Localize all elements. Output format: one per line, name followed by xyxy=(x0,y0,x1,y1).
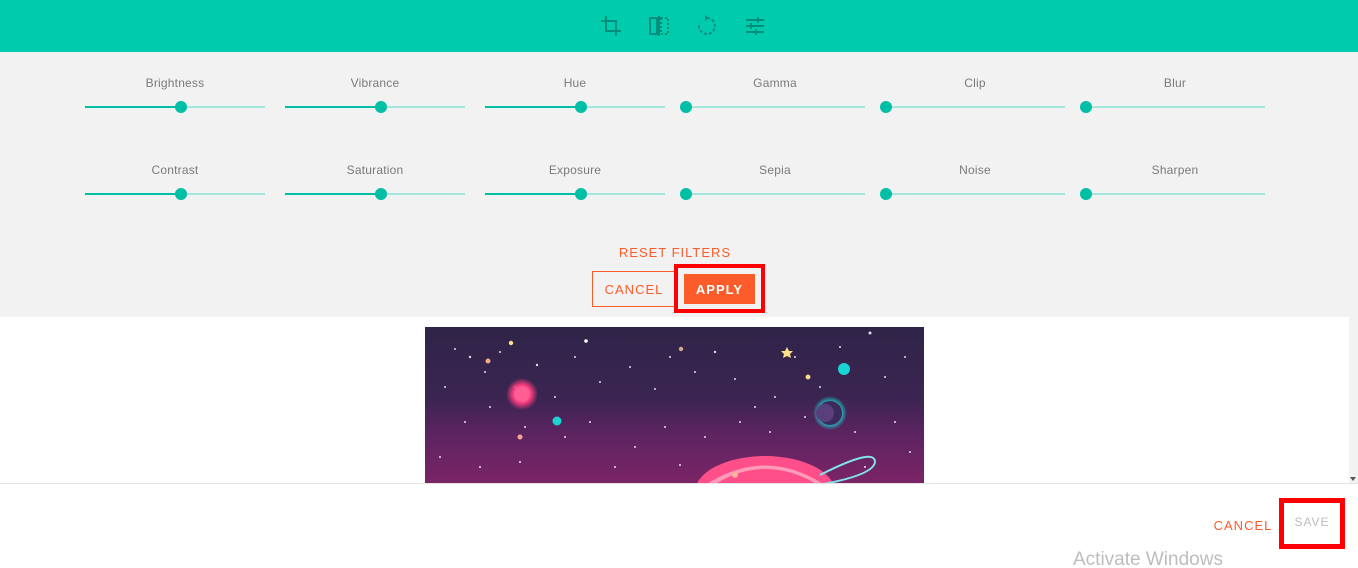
sharpen-track[interactable] xyxy=(1080,188,1265,200)
rotate-tool-button[interactable] xyxy=(693,12,721,40)
space-illustration xyxy=(425,327,924,483)
noise-slider[interactable]: Noise xyxy=(880,163,1065,203)
sepia-thumb[interactable] xyxy=(680,188,692,200)
contrast-fill xyxy=(85,193,181,195)
clip-thumb[interactable] xyxy=(880,101,892,113)
sharpen-thumb[interactable] xyxy=(1080,188,1092,200)
flip-icon xyxy=(649,16,669,36)
contrast-thumb[interactable] xyxy=(175,188,188,200)
editor-footer: CANCEL SAVE Activate Windows xyxy=(0,484,1358,568)
saturation-fill xyxy=(285,193,381,195)
blur-thumb[interactable] xyxy=(1080,101,1092,113)
brightness-track[interactable] xyxy=(85,101,265,113)
scroll-down-arrow[interactable] xyxy=(1350,477,1356,481)
filters-icon xyxy=(746,17,764,35)
clip-label: Clip xyxy=(964,76,986,90)
clip-track[interactable] xyxy=(880,101,1065,113)
gamma-track[interactable] xyxy=(680,101,865,113)
apply-filters-button[interactable]: APPLY xyxy=(684,274,755,304)
brightness-slider[interactable]: Brightness xyxy=(85,76,265,116)
gamma-slider[interactable]: Gamma xyxy=(680,76,865,116)
saturation-track[interactable] xyxy=(285,188,465,200)
blur-slider[interactable]: Blur xyxy=(1080,76,1265,116)
cancel-filters-button[interactable]: CANCEL xyxy=(592,271,676,307)
filters-panel: Brightness Vibrance Hue Gamma Clip Blur Contra… xyxy=(0,52,1349,317)
flip-tool-button[interactable] xyxy=(645,12,673,40)
brightness-fill xyxy=(85,106,181,108)
image-preview xyxy=(425,327,924,483)
exposure-slider[interactable]: Exposure xyxy=(485,163,665,203)
sepia-slider[interactable]: Sepia xyxy=(680,163,865,203)
blur-track[interactable] xyxy=(1080,101,1265,113)
editor-toolbar xyxy=(0,0,1358,52)
vertical-scrollbar[interactable] xyxy=(1349,52,1358,483)
saturation-slider[interactable]: Saturation xyxy=(285,163,465,203)
reset-filters-button[interactable]: RESET FILTERS xyxy=(600,245,750,260)
contrast-slider[interactable]: Contrast xyxy=(85,163,265,203)
filters-tool-button[interactable] xyxy=(741,12,769,40)
crop-tool-button[interactable] xyxy=(597,12,625,40)
hue-slider[interactable]: Hue xyxy=(485,76,665,116)
vibrance-label: Vibrance xyxy=(350,76,400,90)
rotate-icon xyxy=(697,15,716,35)
sepia-track[interactable] xyxy=(680,188,865,200)
exposure-fill xyxy=(485,193,581,195)
brightness-label: Brightness xyxy=(145,76,205,90)
sharpen-slider[interactable]: Sharpen xyxy=(1080,163,1265,203)
gamma-label: Gamma xyxy=(753,76,797,90)
hue-thumb[interactable] xyxy=(575,101,588,113)
exposure-label: Exposure xyxy=(548,163,602,177)
exposure-thumb[interactable] xyxy=(575,188,588,200)
saturation-label: Saturation xyxy=(346,163,404,177)
hue-label: Hue xyxy=(563,76,587,90)
image-editor: Brightness Vibrance Hue Gamma Clip Blur Contra… xyxy=(0,0,1358,568)
sharpen-label: Sharpen xyxy=(1151,163,1199,177)
crop-icon xyxy=(601,16,621,36)
vibrance-track[interactable] xyxy=(285,101,465,113)
exposure-track[interactable] xyxy=(485,188,665,200)
brightness-thumb[interactable] xyxy=(175,101,188,113)
noise-thumb[interactable] xyxy=(880,188,892,200)
gamma-thumb[interactable] xyxy=(680,101,692,113)
noise-label: Noise xyxy=(959,163,991,177)
scrollbar-thumb[interactable] xyxy=(1350,52,1357,317)
vibrance-thumb[interactable] xyxy=(375,101,388,113)
hue-fill xyxy=(485,106,581,108)
vibrance-slider[interactable]: Vibrance xyxy=(285,76,465,116)
contrast-track[interactable] xyxy=(85,188,265,200)
clip-slider[interactable]: Clip xyxy=(880,76,1065,116)
vibrance-fill xyxy=(285,106,381,108)
contrast-label: Contrast xyxy=(151,163,199,177)
activate-windows-watermark: Activate Windows xyxy=(1073,549,1223,568)
cancel-button[interactable]: CANCEL xyxy=(1212,518,1274,533)
blur-label: Blur xyxy=(1163,76,1187,90)
hue-track[interactable] xyxy=(485,101,665,113)
saturation-thumb[interactable] xyxy=(375,188,388,200)
sepia-label: Sepia xyxy=(759,163,791,177)
save-button[interactable]: SAVE xyxy=(1288,515,1336,529)
noise-track[interactable] xyxy=(880,188,1065,200)
